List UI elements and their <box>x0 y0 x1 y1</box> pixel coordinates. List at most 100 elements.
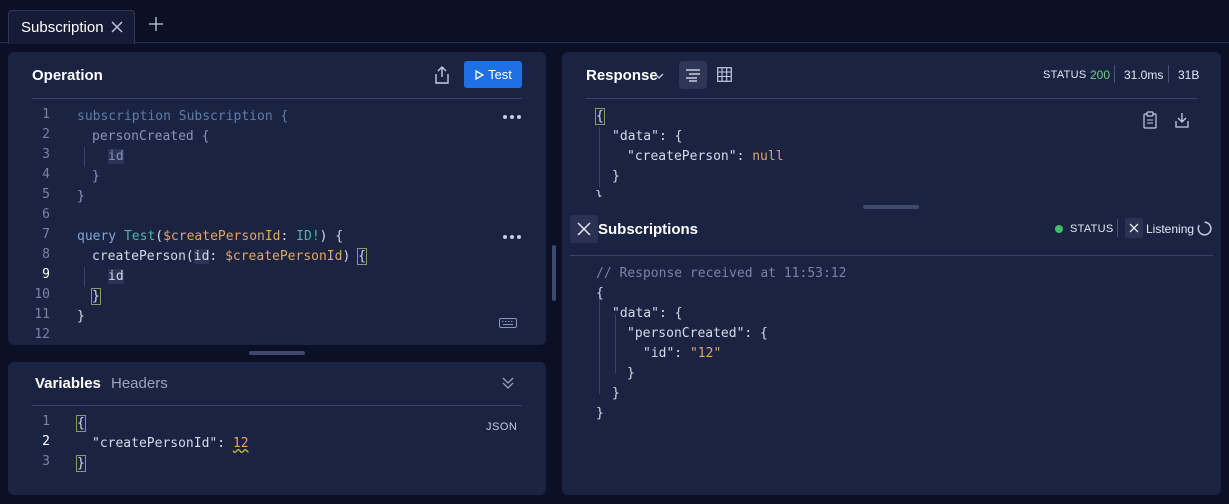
subscriptions-divider <box>570 255 1213 256</box>
plus-icon[interactable] <box>148 16 164 32</box>
close-subscriptions-button[interactable] <box>570 215 598 243</box>
code-line: subscription Subscription { <box>77 107 288 127</box>
line-number: 6 <box>42 207 50 222</box>
more-options-icon[interactable] <box>503 115 523 121</box>
line-number: 4 <box>42 167 50 182</box>
indent-guide <box>84 267 85 287</box>
code-token: { <box>357 248 367 265</box>
code-line: { <box>595 107 605 127</box>
code-line: } <box>77 187 85 207</box>
variables-panel: Variables Headers JSON 1 2 3 { "createPe… <box>8 362 546 495</box>
code-token: } <box>627 366 635 381</box>
indent-guide <box>599 294 600 394</box>
code-token: "data": { <box>612 306 683 321</box>
share-icon[interactable] <box>434 66 450 84</box>
keyboard-icon[interactable] <box>499 318 517 328</box>
line-number: 11 <box>34 307 50 322</box>
code-token: id <box>108 269 124 284</box>
code-line: } <box>595 187 604 197</box>
text-view-button[interactable] <box>679 61 707 89</box>
line-number: 10 <box>34 287 50 302</box>
code-token: } <box>92 169 100 184</box>
code-line: "data": { <box>612 304 682 324</box>
code-token: } <box>612 386 620 401</box>
status-separator <box>1114 65 1115 83</box>
code-line: "data": { <box>612 127 682 147</box>
code-line: "personCreated": { <box>627 324 768 344</box>
code-line: "createPersonId": 12 <box>92 434 249 454</box>
line-number: 1 <box>42 107 50 122</box>
line-number: 7 <box>42 227 50 242</box>
code-line: } <box>612 384 620 404</box>
chevron-down-icon[interactable] <box>654 72 664 80</box>
code-token: "data": { <box>612 129 683 144</box>
format-label: JSON <box>486 421 518 433</box>
response-timestamp-comment: // Response received at 11:53:12 <box>596 266 847 281</box>
panel-resize-handle-vertical[interactable] <box>552 245 556 301</box>
code-line: } <box>92 167 100 187</box>
clipboard-icon[interactable] <box>1143 111 1157 129</box>
code-token: { <box>76 415 86 432</box>
code-token: query <box>77 229 124 244</box>
code-token: ) <box>342 249 359 264</box>
response-panel: Response STATUS 200 31.0ms 31B { "data":… <box>562 52 1221 495</box>
code-line: "createPerson": null <box>627 147 784 167</box>
listening-label: Listening <box>1146 222 1195 236</box>
operation-title: Operation <box>32 67 103 84</box>
tab-bar: Subscription <box>0 0 1229 44</box>
status-dot <box>1055 225 1063 233</box>
code-line: { <box>76 414 86 434</box>
code-line: } <box>77 307 85 327</box>
code-line: } <box>596 404 604 424</box>
code-line: "id": "12" <box>643 344 721 364</box>
code-line: } <box>612 167 620 187</box>
variables-divider <box>32 405 522 406</box>
line-number: 3 <box>42 147 50 162</box>
subscriptions-title: Subscriptions <box>598 221 699 238</box>
response-title[interactable]: Response <box>586 67 658 84</box>
code-token: createPerson( <box>92 249 194 264</box>
code-line: personCreated { <box>92 127 209 147</box>
code-token: id <box>193 249 210 264</box>
response-size: 31B <box>1178 68 1200 82</box>
line-number: 2 <box>42 434 50 449</box>
panel-resize-handle[interactable] <box>249 351 305 355</box>
code-token: ( <box>155 229 164 244</box>
line-number: 12 <box>34 327 50 342</box>
code-token: } <box>91 288 101 305</box>
code-token: $createPersonId <box>225 249 343 264</box>
subscription-status-label: STATUS <box>1070 223 1114 235</box>
download-icon[interactable] <box>1175 112 1189 128</box>
more-options-icon[interactable] <box>503 235 523 241</box>
line-number: 3 <box>42 454 50 469</box>
status-separator <box>1117 219 1118 237</box>
line-number: 1 <box>42 414 50 429</box>
code-token: } <box>77 309 85 324</box>
code-token: : <box>280 229 297 244</box>
code-line: { <box>596 284 604 304</box>
stop-listening-button[interactable] <box>1125 218 1143 238</box>
test-button-label: Test <box>488 67 512 82</box>
play-icon <box>475 69 485 80</box>
table-view-button[interactable] <box>711 61 739 89</box>
tab-subscription[interactable]: Subscription <box>8 10 135 44</box>
code-token: "createPerson": <box>627 149 753 164</box>
line-number: 5 <box>42 187 50 202</box>
text-lines-icon <box>686 69 700 82</box>
close-icon[interactable] <box>110 20 124 34</box>
code-line: query Test($createPersonId: ID!) { <box>77 227 343 247</box>
code-token: { <box>595 108 605 125</box>
test-button[interactable]: Test <box>464 61 522 88</box>
collapse-icon[interactable] <box>501 376 515 390</box>
code-token: } <box>595 187 604 197</box>
panel-resize-handle[interactable] <box>863 205 919 209</box>
code-line: createPerson(id: $createPersonId) { <box>92 247 367 267</box>
code-token: } <box>77 189 85 204</box>
spinner-icon <box>1197 221 1212 236</box>
close-icon <box>577 222 591 236</box>
code-line: } <box>627 364 635 384</box>
line-number: 9 <box>42 267 50 282</box>
tab-variables[interactable]: Variables <box>35 375 101 392</box>
code-token: "12" <box>689 346 722 361</box>
tab-headers[interactable]: Headers <box>111 375 168 392</box>
